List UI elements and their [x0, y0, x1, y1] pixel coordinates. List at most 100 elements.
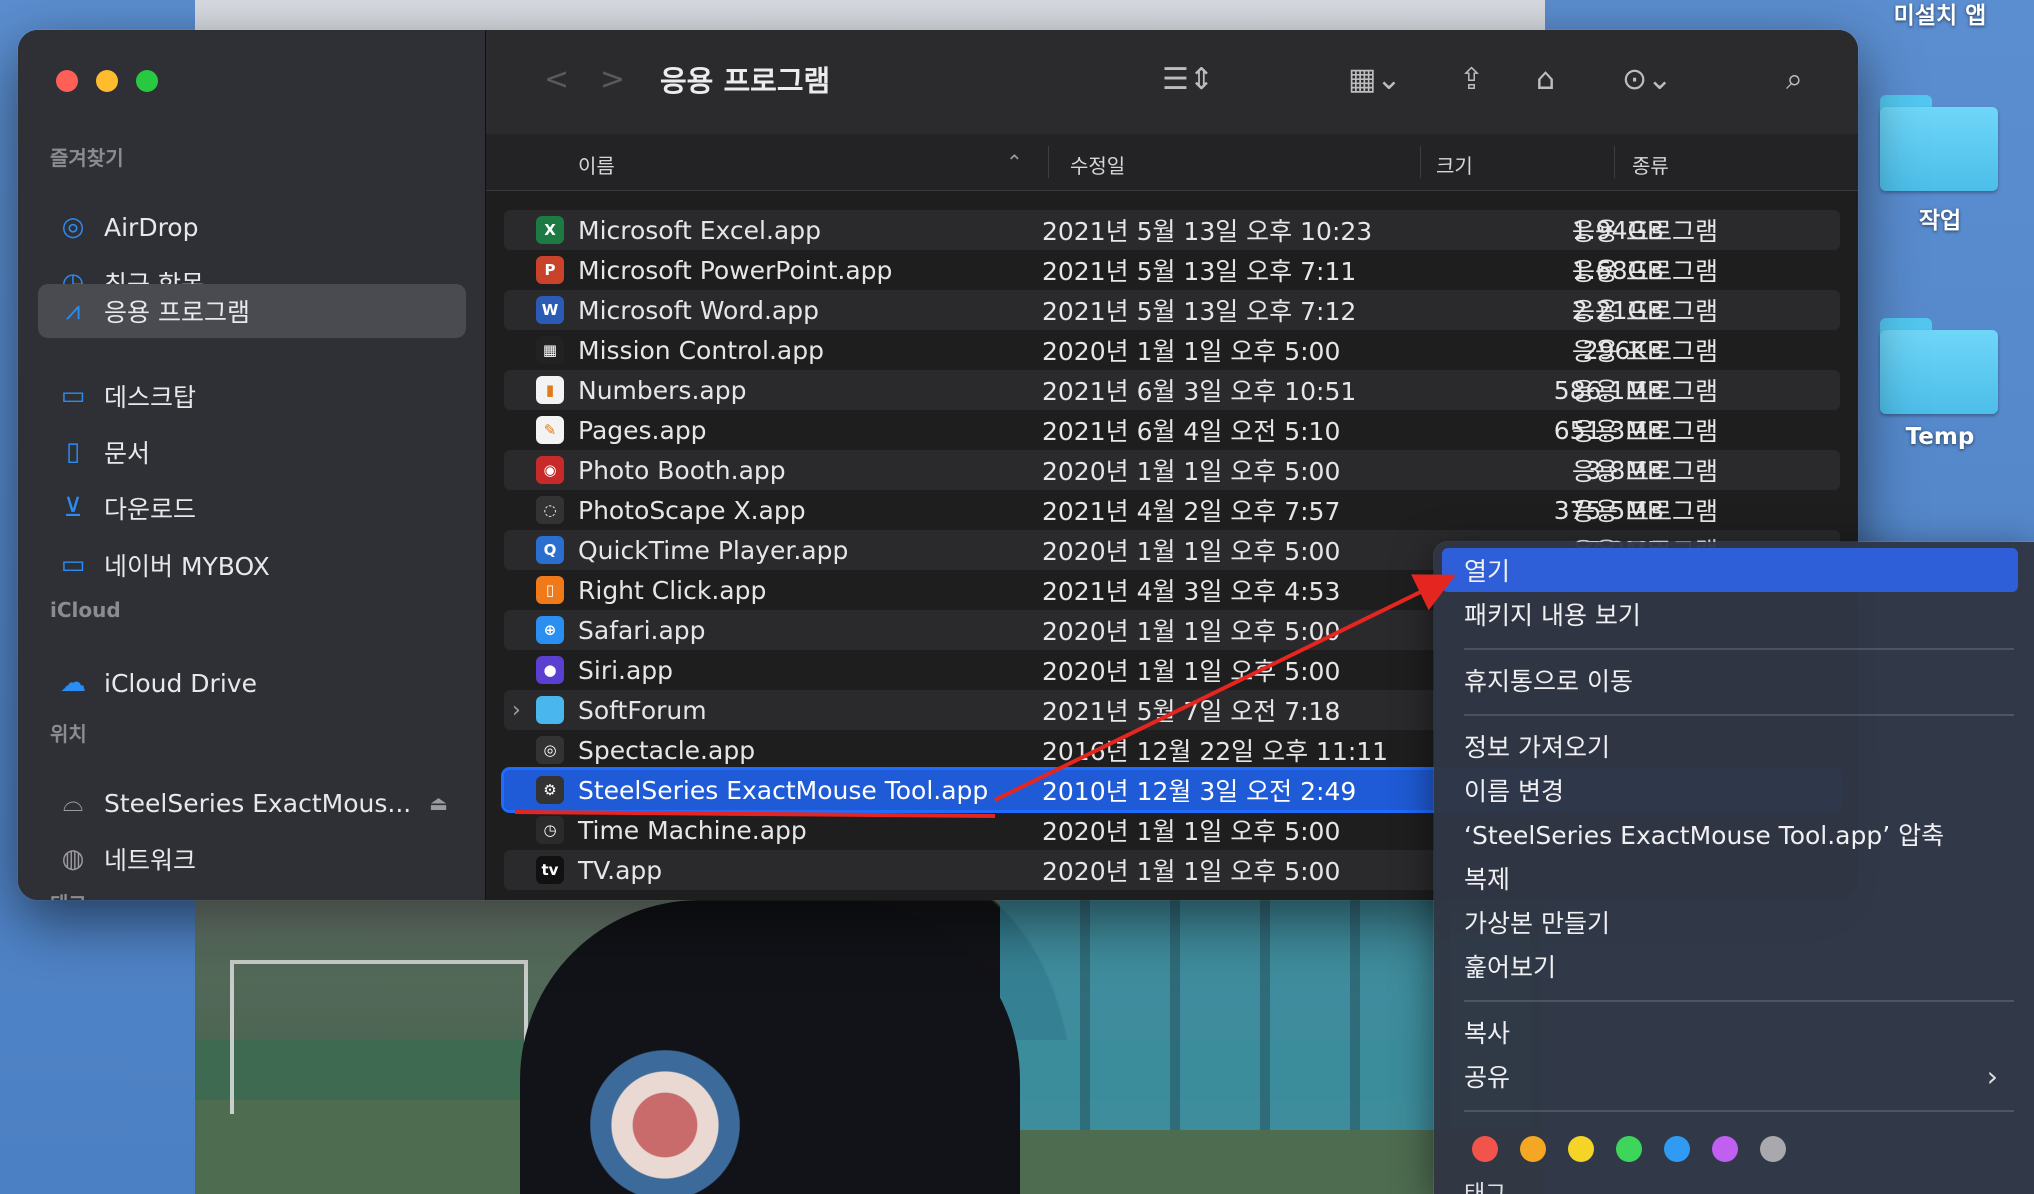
table-row[interactable]: ✎ Pages.app 2021년 6월 4일 오전 5:10 651.3MB 응용 프…: [504, 410, 1840, 450]
share-icon[interactable]: ⇪: [1459, 62, 1484, 97]
app-icon: ✎: [536, 416, 564, 444]
app-icon: ▮: [536, 376, 564, 404]
sidebar-item-icloud-drive[interactable]: ☁ iCloud Drive: [38, 656, 466, 710]
file-kind: 응용 프로그램: [1572, 497, 1718, 526]
menu-item[interactable]: 가상본 만들기: [1442, 900, 2018, 944]
table-row[interactable]: ▮ Numbers.app 2021년 6월 3일 오후 10:51 586.1MB 응…: [504, 370, 1840, 410]
menu-item[interactable]: 이름 변경: [1442, 768, 2018, 812]
file-date: 2021년 4월 2일 오후 7:57: [1042, 497, 1341, 526]
file-date: 2020년 1월 1일 오후 5:00: [1042, 537, 1341, 566]
file-name: Photo Booth.app: [578, 455, 786, 485]
column-header: 이름 ⌃ 수정일 크기 종류: [486, 134, 1858, 191]
tag-color-dot[interactable]: [1568, 1136, 1594, 1162]
table-row[interactable]: ▦ Mission Control.app 2020년 1월 1일 오후 5:00 2…: [504, 330, 1840, 370]
menu-item[interactable]: 정보 가져오기: [1442, 724, 2018, 768]
menu-item-tags-label[interactable]: 태그...: [1464, 1174, 1528, 1194]
document-icon: ▯: [65, 437, 81, 467]
file-date: 2021년 4월 3일 오후 4:53: [1042, 577, 1341, 606]
file-date: 2021년 5월 7일 오전 7:18: [1042, 697, 1341, 726]
eject-icon[interactable]: ⏏: [429, 791, 448, 815]
column-size[interactable]: 크기: [1436, 150, 1473, 179]
window-controls: [56, 70, 158, 92]
tag-color-dot[interactable]: [1616, 1136, 1642, 1162]
tag-color-dot[interactable]: [1760, 1136, 1786, 1162]
app-icon: W: [536, 296, 564, 324]
menu-item[interactable]: 공유 ›: [1442, 1054, 2018, 1098]
menu-item[interactable]: 패키지 내용 보기: [1442, 592, 2018, 636]
close-button[interactable]: [56, 70, 78, 92]
menu-separator: [1464, 648, 2014, 650]
file-name: PhotoScape X.app: [578, 495, 806, 525]
file-name: Safari.app: [578, 615, 706, 645]
tag-color-row: [1472, 1136, 1786, 1162]
wallpaper-goal: [230, 960, 528, 1114]
desktop-folder-work[interactable]: 작업: [1880, 95, 2000, 235]
context-menu: 태그... 열기패키지 내용 보기휴지통으로 이동정보 가져오기이름 변경 ‘St…: [1434, 542, 2034, 1194]
file-kind: 응용 프로그램: [1572, 377, 1718, 406]
menu-item[interactable]: 훑어보기: [1442, 944, 2018, 988]
list-view-icon[interactable]: ☰⇕: [1162, 62, 1214, 97]
desktop-folder-label-uninstalled-apps[interactable]: 미설치 앱: [1880, 0, 2000, 30]
file-name: Pages.app: [578, 415, 707, 445]
forward-chevron-icon[interactable]: >: [600, 62, 625, 97]
drive-icon: ⌓: [62, 787, 84, 818]
minimize-button[interactable]: [96, 70, 118, 92]
file-date: 2020년 1월 1일 오후 5:00: [1042, 857, 1341, 886]
wallpaper-bouquet: [590, 1050, 740, 1194]
sidebar-item-documents[interactable]: ▯ 문서: [38, 425, 466, 479]
table-row[interactable]: W Microsoft Word.app 2021년 5월 13일 오후 7:12 2…: [504, 290, 1840, 330]
tag-color-dot[interactable]: [1664, 1136, 1690, 1162]
group-icon[interactable]: ▦⌄: [1348, 62, 1401, 97]
sidebar-section-locations: 위치: [50, 722, 87, 746]
desktop-folder-temp[interactable]: Temp: [1880, 318, 2000, 450]
sidebar-section-favorites: 즐겨찾기: [50, 146, 124, 170]
column-divider: [1420, 146, 1421, 178]
file-date: 2020년 1월 1일 오후 5:00: [1042, 657, 1341, 686]
tag-color-dot[interactable]: [1712, 1136, 1738, 1162]
more-actions-icon[interactable]: ⊙⌄: [1622, 62, 1672, 97]
sidebar-item-naver-mybox[interactable]: ▭ 네이버 MYBOX: [38, 538, 466, 592]
app-icon: ◎: [536, 736, 564, 764]
file-kind: 응용 프로그램: [1572, 217, 1718, 246]
app-icon: ●: [536, 656, 564, 684]
menu-item[interactable]: 휴지통으로 이동: [1442, 658, 2018, 702]
file-name: Microsoft PowerPoint.app: [578, 255, 893, 285]
menu-item[interactable]: 복사: [1442, 1010, 2018, 1054]
column-date[interactable]: 수정일: [1070, 150, 1125, 179]
table-row[interactable]: ◌ PhotoScape X.app 2021년 4월 2일 오후 7:57 375.…: [504, 490, 1840, 530]
search-icon[interactable]: ⌕: [1786, 62, 1803, 97]
sidebar-item-desktop[interactable]: ▭ 데스크탑: [38, 369, 466, 423]
back-chevron-icon[interactable]: <: [544, 62, 569, 97]
table-row-partial: [504, 190, 1840, 210]
tag-color-dot[interactable]: [1520, 1136, 1546, 1162]
sidebar-item-label: 응용 프로그램: [104, 298, 250, 327]
sidebar-item-label: 네트워크: [104, 846, 197, 875]
column-name[interactable]: 이름: [578, 150, 615, 179]
menu-item-label: 열기: [1464, 557, 1511, 586]
table-row[interactable]: ◉ Photo Booth.app 2020년 1월 1일 오후 5:00 3.8MB…: [504, 450, 1840, 490]
file-name: Microsoft Excel.app: [578, 215, 821, 245]
folder-icon: ▭: [60, 550, 86, 580]
disclosure-chevron-icon[interactable]: ›: [512, 698, 521, 723]
sidebar-item-downloads[interactable]: ⊻ 다운로드: [38, 481, 466, 535]
tag-color-dot[interactable]: [1472, 1136, 1498, 1162]
table-row[interactable]: X Microsoft Excel.app 2021년 5월 13일 오후 10:2…: [504, 210, 1840, 250]
file-kind: 응용 프로그램: [1572, 337, 1718, 366]
file-name: TV.app: [578, 855, 663, 885]
sidebar-item-network[interactable]: ◍ 네트워크: [38, 832, 466, 886]
globe-icon: ◍: [61, 844, 85, 874]
column-kind[interactable]: 종류: [1632, 150, 1669, 179]
tag-icon[interactable]: ⌂: [1536, 62, 1555, 97]
sidebar-item-applications[interactable]: ⩘ 응용 프로그램: [38, 284, 466, 338]
sort-chevron-up-icon[interactable]: ⌃: [1006, 150, 1023, 174]
table-row[interactable]: P Microsoft PowerPoint.app 2021년 5월 13일 오후…: [504, 250, 1840, 290]
zoom-button[interactable]: [136, 70, 158, 92]
menu-item-label: 정보 가져오기: [1464, 733, 1610, 762]
menu-item[interactable]: 열기: [1442, 548, 2018, 592]
menu-item[interactable]: ‘SteelSeries ExactMouse Tool.app’ 압축: [1442, 812, 2018, 856]
menu-item[interactable]: 복제: [1442, 856, 2018, 900]
toolbar: < > 응용 프로그램 ☰⇕ ▦⌄ ⇪ ⌂ ⊙⌄ ⌕: [486, 30, 1858, 135]
sidebar-item-airdrop[interactable]: ◎ AirDrop: [38, 200, 466, 254]
app-icon: ◉: [536, 456, 564, 484]
sidebar-item-steelseries-drive[interactable]: ⌓ SteelSeries ExactMous... ⏏: [38, 776, 466, 830]
